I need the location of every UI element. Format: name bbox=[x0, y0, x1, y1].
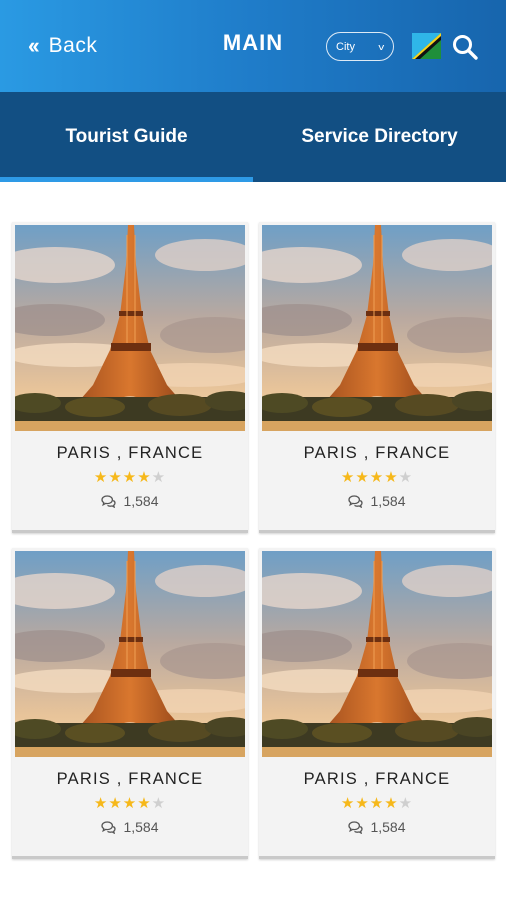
star-filled-icon: ★ bbox=[137, 795, 152, 812]
back-button[interactable]: ‹‹ Back bbox=[28, 33, 97, 59]
star-filled-icon: ★ bbox=[355, 795, 370, 812]
review-count-value: 1,584 bbox=[370, 493, 406, 509]
destination-card[interactable]: PARIS , FRANCE ★★★★★ 1,584 bbox=[12, 548, 248, 859]
star-filled-icon: ★ bbox=[122, 795, 138, 812]
tab-service-directory[interactable]: Service Directory bbox=[253, 92, 506, 182]
comments-icon bbox=[101, 820, 117, 834]
star-filled-icon: ★ bbox=[93, 795, 109, 812]
star-rating: ★★★★★ bbox=[259, 470, 495, 485]
destination-photo bbox=[262, 225, 492, 431]
review-count: 1,584 bbox=[259, 493, 495, 509]
destination-card[interactable]: PARIS , FRANCE ★★★★★ 1,584 bbox=[259, 222, 495, 533]
star-empty-icon: ★ bbox=[398, 795, 414, 812]
city-select-value: City bbox=[336, 40, 355, 53]
tab-tourist-guide[interactable]: Tourist Guide bbox=[0, 92, 253, 182]
destination-name: PARIS , FRANCE bbox=[303, 770, 451, 788]
review-count-value: 1,584 bbox=[123, 493, 159, 509]
review-count: 1,584 bbox=[259, 819, 495, 835]
eiffel-tower-image bbox=[262, 225, 492, 431]
destination-name: PARIS , FRANCE bbox=[56, 770, 204, 788]
destination-photo bbox=[262, 551, 492, 757]
review-count: 1,584 bbox=[12, 493, 248, 509]
comments-icon bbox=[101, 494, 117, 508]
review-count-value: 1,584 bbox=[370, 819, 406, 835]
chevron-down-icon: v bbox=[377, 41, 384, 52]
star-filled-icon: ★ bbox=[137, 469, 152, 486]
eiffel-tower-image bbox=[262, 551, 492, 757]
star-filled-icon: ★ bbox=[384, 469, 399, 486]
star-rating: ★★★★★ bbox=[259, 796, 495, 811]
star-filled-icon: ★ bbox=[369, 795, 385, 812]
eiffel-tower-image bbox=[15, 225, 245, 431]
star-empty-icon: ★ bbox=[151, 795, 167, 812]
review-count: 1,584 bbox=[12, 819, 248, 835]
destination-card[interactable]: PARIS , FRANCE ★★★★★ 1,584 bbox=[259, 548, 495, 859]
star-rating: ★★★★★ bbox=[12, 796, 248, 811]
flag-icon[interactable] bbox=[412, 33, 441, 59]
destination-card[interactable]: PARIS , FRANCE ★★★★★ 1,584 bbox=[12, 222, 248, 533]
star-filled-icon: ★ bbox=[384, 795, 399, 812]
star-empty-icon: ★ bbox=[151, 469, 167, 486]
review-count-value: 1,584 bbox=[123, 819, 159, 835]
app-header: ‹‹ Back MAIN City v bbox=[0, 0, 506, 92]
star-filled-icon: ★ bbox=[122, 469, 138, 486]
eiffel-tower-image bbox=[15, 551, 245, 757]
star-empty-icon: ★ bbox=[398, 469, 414, 486]
destination-photo bbox=[15, 225, 245, 431]
search-icon[interactable] bbox=[451, 33, 479, 61]
star-filled-icon: ★ bbox=[369, 469, 385, 486]
double-chevron-left-icon: ‹‹ bbox=[28, 33, 40, 58]
tab-bar: Tourist Guide Service Directory bbox=[0, 92, 506, 182]
destination-photo bbox=[15, 551, 245, 757]
star-filled-icon: ★ bbox=[355, 469, 370, 486]
back-label: Back bbox=[48, 34, 98, 57]
star-filled-icon: ★ bbox=[340, 469, 356, 486]
comments-icon bbox=[348, 820, 364, 834]
comments-icon bbox=[348, 494, 364, 508]
star-filled-icon: ★ bbox=[340, 795, 356, 812]
star-rating: ★★★★★ bbox=[12, 470, 248, 485]
city-select[interactable]: City v bbox=[326, 32, 394, 61]
star-filled-icon: ★ bbox=[93, 469, 109, 486]
active-tab-indicator bbox=[0, 177, 253, 182]
destination-name: PARIS , FRANCE bbox=[303, 444, 451, 462]
star-filled-icon: ★ bbox=[108, 469, 123, 486]
star-filled-icon: ★ bbox=[108, 795, 123, 812]
destination-name: PARIS , FRANCE bbox=[56, 444, 204, 462]
